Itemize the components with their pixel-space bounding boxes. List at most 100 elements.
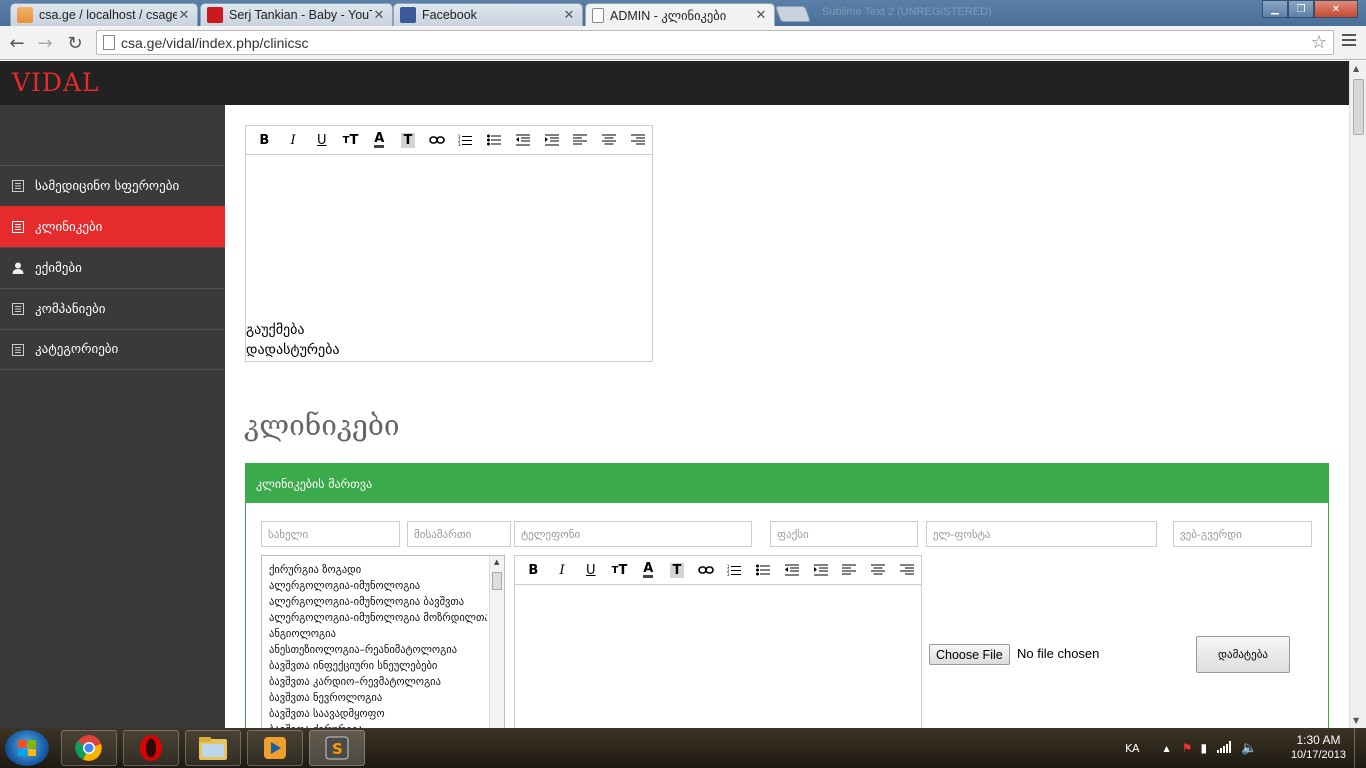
list-item[interactable]: ბავშვთა ინფექციური სნეულებები — [269, 658, 487, 674]
phone-input[interactable]: ტელეფონი — [514, 521, 752, 547]
address-input[interactable]: მისამართი — [407, 521, 511, 547]
forward-icon[interactable]: → — [34, 32, 56, 54]
listbox-scrollbar[interactable]: ▲ ▼ — [489, 556, 504, 728]
choose-file-button[interactable]: Choose File — [929, 644, 1010, 665]
taskbar-chrome[interactable] — [61, 730, 117, 766]
browser-tab-strip: csa.ge / localhost / csage_ ✕ Serj Tanki… — [0, 0, 1366, 27]
reload-icon[interactable]: ↻ — [64, 32, 86, 54]
list-item[interactable]: ალერგოლოგია-იმუნოლოგია — [269, 578, 487, 594]
user-icon — [11, 261, 25, 275]
underline-icon[interactable]: U — [576, 559, 605, 581]
list-item[interactable]: ალერგოლოგია-იმუნოლოგია ბავშვთა — [269, 594, 487, 610]
ordered-list-icon[interactable]: 123 — [720, 559, 749, 581]
facebook-icon — [400, 7, 416, 23]
list-item[interactable]: ანესთეზიოლოგია–რეანიმატოლოგია — [269, 642, 487, 658]
svg-text:S: S — [332, 740, 343, 758]
unordered-list-icon[interactable] — [749, 559, 778, 581]
list-item[interactable]: ალერგოლოგია-იმუნოლოგია მოზრდილთა — [269, 610, 487, 626]
align-left-icon[interactable] — [566, 129, 595, 151]
list-item[interactable]: ანგიოლოგია — [269, 626, 487, 642]
address-bar[interactable]: csa.ge/vidal/index.php/clinicsc ☆ — [96, 30, 1334, 55]
browser-tab-phpmyadmin[interactable]: csa.ge / localhost / csage_ ✕ — [10, 3, 198, 26]
close-icon[interactable]: ✕ — [372, 8, 386, 23]
name-input[interactable]: სახელი — [261, 521, 400, 547]
sidebar-item-clinics[interactable]: კლინიკები — [0, 206, 225, 247]
underline-icon[interactable]: U — [307, 129, 336, 151]
fax-input[interactable]: ფაქსი — [770, 521, 918, 547]
taskbar-media-player[interactable] — [247, 730, 303, 766]
taskbar-explorer[interactable] — [185, 730, 241, 766]
align-right-icon[interactable] — [623, 129, 652, 151]
text-color-icon[interactable]: A — [365, 129, 394, 151]
link-icon[interactable] — [422, 129, 451, 151]
sidebar-item-companies[interactable]: კომპანიები — [0, 288, 225, 329]
maximize-button[interactable]: ❐ — [1288, 0, 1314, 18]
list-item[interactable]: ბავშვთა ნევროლოგია — [269, 690, 487, 706]
text-color-icon[interactable]: A — [634, 559, 663, 581]
window-controls: ▁ ❐ ✕ — [1262, 0, 1358, 18]
align-center-icon[interactable] — [864, 559, 893, 581]
indent-icon[interactable] — [537, 129, 566, 151]
website-input[interactable]: ვებ-გვერდი — [1173, 521, 1312, 547]
close-icon[interactable]: ✕ — [754, 8, 768, 23]
font-size-icon[interactable]: TT — [605, 559, 634, 581]
network-icon[interactable] — [1217, 740, 1232, 756]
indent-icon[interactable] — [806, 559, 835, 581]
align-right-icon[interactable] — [892, 559, 921, 581]
outdent-icon[interactable] — [777, 559, 806, 581]
site-logo[interactable]: VIDAL — [12, 68, 100, 97]
browser-tab-youtube[interactable]: Serj Tankian - Baby - YouT ✕ — [200, 3, 393, 26]
text-background-icon[interactable]: T — [394, 129, 423, 151]
minimize-button[interactable]: ▁ — [1262, 0, 1288, 18]
scroll-thumb[interactable] — [1353, 79, 1364, 135]
italic-icon[interactable]: I — [548, 559, 577, 581]
scroll-up-icon[interactable]: ▲ — [494, 558, 499, 566]
browser-tab-facebook[interactable]: Facebook ✕ — [393, 3, 583, 26]
scroll-up-icon[interactable]: ▲ — [1353, 64, 1359, 73]
sidebar-item-medical-fields[interactable]: სამედიცინო სფეროები — [0, 165, 225, 206]
show-desktop-button[interactable] — [1354, 728, 1366, 768]
chevron-up-icon[interactable]: ▲ — [1164, 744, 1170, 753]
browser-tab-admin[interactable]: ADMIN - კლინიკები ✕ — [585, 3, 775, 27]
italic-icon[interactable]: I — [279, 129, 308, 151]
specialties-multiselect[interactable]: ქირურგია ზოგადი ალერგოლოგია-იმუნოლოგია ალე… — [261, 555, 505, 728]
bold-icon[interactable]: B — [250, 129, 279, 151]
sidebar-item-categories[interactable]: კატეგორიები — [0, 329, 225, 370]
start-button[interactable] — [5, 730, 49, 766]
cancel-link[interactable]: გაუქმება — [246, 322, 305, 338]
close-icon[interactable]: ✕ — [177, 8, 191, 23]
page-scrollbar[interactable]: ▲ ▼ — [1349, 61, 1366, 728]
link-icon[interactable] — [691, 559, 720, 581]
back-icon[interactable]: ← — [6, 32, 28, 54]
menu-icon[interactable] — [1342, 34, 1356, 48]
confirm-link[interactable]: დადასტურება — [246, 342, 340, 358]
taskbar-clock[interactable]: 1:30 AM 10/17/2013 — [1291, 733, 1346, 763]
language-indicator[interactable]: KA — [1125, 742, 1140, 755]
list-item[interactable]: ბავშვთა კარდიო–რევმატოლოგია — [269, 674, 487, 690]
scroll-down-icon[interactable]: ▼ — [1353, 716, 1359, 725]
star-icon[interactable]: ☆ — [1311, 32, 1327, 53]
align-left-icon[interactable] — [835, 559, 864, 581]
bold-icon[interactable]: B — [519, 559, 548, 581]
align-center-icon[interactable] — [595, 129, 624, 151]
new-tab-button[interactable] — [775, 6, 811, 22]
action-center-icon[interactable]: ⚑ — [1182, 741, 1193, 755]
volume-icon[interactable]: 🔈 — [1241, 741, 1257, 756]
font-size-icon[interactable]: TT — [336, 129, 365, 151]
email-input[interactable]: ელ-ფოსტა — [926, 521, 1157, 547]
add-button[interactable]: დამატება — [1196, 636, 1290, 673]
list-item[interactable]: ბავშვთა საავადმყოფო — [269, 706, 487, 722]
ordered-list-icon[interactable]: 123 — [451, 129, 480, 151]
close-window-button[interactable]: ✕ — [1314, 0, 1358, 18]
text-background-icon[interactable]: T — [663, 559, 692, 581]
taskbar-opera[interactable] — [123, 730, 179, 766]
power-icon[interactable]: ▮ — [1200, 741, 1207, 755]
close-icon[interactable]: ✕ — [562, 8, 576, 23]
scroll-thumb[interactable] — [492, 572, 502, 590]
list-item[interactable]: ქირურგია ზოგადი — [269, 562, 487, 578]
unordered-list-icon[interactable] — [480, 129, 509, 151]
taskbar-sublime-text[interactable]: S — [309, 730, 365, 766]
sidebar-item-doctors[interactable]: ექიმები — [0, 247, 225, 288]
outdent-icon[interactable] — [508, 129, 537, 151]
description-rich-text-editor[interactable]: B I U TT A T 123 — [514, 555, 922, 728]
